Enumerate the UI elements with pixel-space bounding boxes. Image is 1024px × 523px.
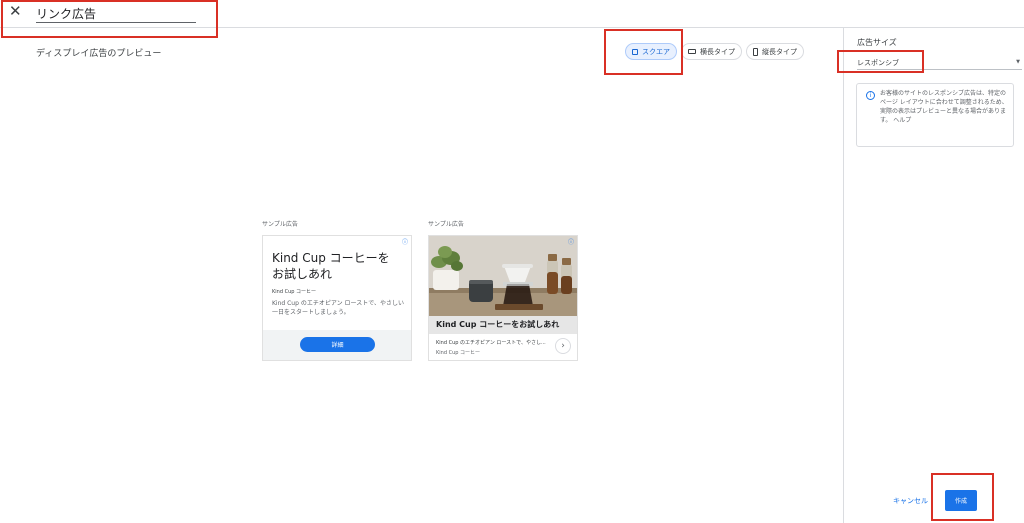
close-icon[interactable]: ✕	[9, 4, 22, 19]
portrait-icon	[753, 47, 758, 56]
toggle-portrait-label: 縦長タイプ	[762, 47, 797, 56]
aspect-toggle-group: スクエア 横長タイプ 縦長タイプ	[625, 43, 804, 60]
toggle-landscape[interactable]: 横長タイプ	[681, 43, 742, 60]
toggle-square-label: スクエア	[642, 47, 670, 56]
ad-size-value: レスポンシブ	[857, 59, 899, 67]
top-bar: ✕	[0, 0, 1024, 28]
cancel-button[interactable]: キャンセル	[893, 496, 928, 506]
ad-size-select[interactable]: レスポンシブ ▼	[857, 56, 1022, 70]
ad-size-label: 広告サイズ	[857, 38, 897, 47]
ad-headline: Kind Cup コーヒーをお試しあれ	[429, 316, 577, 334]
dropdown-caret-icon: ▼	[1016, 59, 1020, 65]
adchoices-icon[interactable]: ⓘ	[568, 237, 574, 246]
toggle-portrait[interactable]: 縦長タイプ	[746, 43, 804, 60]
ad-caption: サンプル広告	[262, 221, 298, 228]
ad-brand: Kind Cup コーヒー	[272, 289, 317, 295]
coffee-illustration	[429, 236, 577, 316]
info-notice: i お客様のサイトのレスポンシブ広告は、特定のページ レイアウトに合わせて調整さ…	[856, 83, 1014, 147]
ad-brand: Kind Cup コーヒー	[436, 350, 481, 356]
ad-caption: サンプル広告	[428, 221, 464, 228]
ad-cta-button[interactable]: 詳細	[300, 337, 375, 352]
settings-panel: 広告サイズ レスポンシブ ▼ i お客様のサイトのレスポンシブ広告は、特定のペー…	[843, 28, 1024, 523]
coffee-image	[429, 236, 577, 316]
ad-description: Kind Cup のエチオピアン ローストで、やさしい一日をスタートしましょう。	[272, 300, 404, 316]
info-icon: i	[866, 91, 875, 100]
chevron-right-icon[interactable]: ›	[555, 338, 571, 354]
ad-name-input[interactable]	[36, 5, 196, 23]
info-notice-text: お客様のサイトのレスポンシブ広告は、特定のページ レイアウトに合わせて調整される…	[880, 90, 1008, 124]
create-button[interactable]: 作成	[945, 490, 977, 511]
link-ad-editor: ✕ ディスプレイ広告のプレビュー スクエア 横長タイプ 縦長タイプ サンプル広告…	[0, 0, 1024, 523]
toggle-landscape-label: 横長タイプ	[700, 47, 735, 56]
toggle-square[interactable]: スクエア	[625, 43, 677, 60]
landscape-icon	[688, 49, 696, 54]
sample-ad-image: ⓘ Kind Cup コーヒーをお試しあれ Kind Cup のエチオピアン ロ…	[428, 235, 578, 361]
ad-footer: 詳細	[263, 330, 411, 360]
sample-ad-square: ⓘ Kind Cup コーヒーを お試しあれ Kind Cup コーヒー Kin…	[262, 235, 412, 361]
square-icon	[632, 48, 638, 55]
ad-headline: Kind Cup コーヒーを お試しあれ	[272, 251, 390, 281]
preview-title: ディスプレイ広告のプレビュー	[36, 49, 162, 59]
ad-description: Kind Cup のエチオピアン ローストで、やさし...	[436, 340, 546, 346]
adchoices-icon[interactable]: ⓘ	[402, 237, 408, 246]
